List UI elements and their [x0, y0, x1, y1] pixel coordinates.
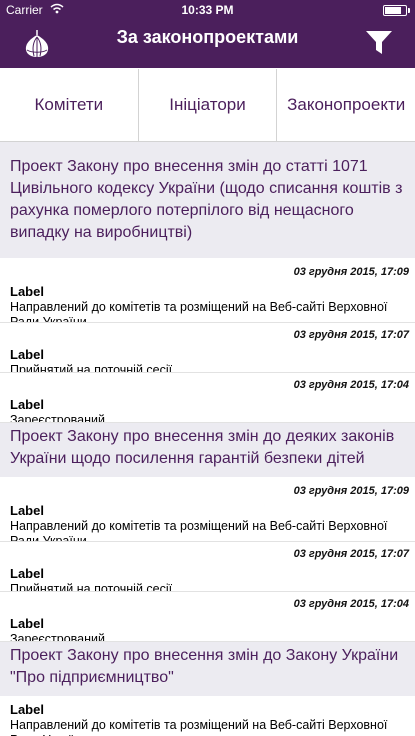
event-label: Label	[10, 284, 44, 299]
event-label: Label	[10, 566, 44, 581]
bill-title[interactable]: Проект Закону про внесення змін до статт…	[0, 142, 415, 258]
list-item[interactable]: Label Направлений до комітетів та розміщ…	[0, 696, 415, 736]
event-status: Прийнятий на поточній сесії	[10, 363, 173, 373]
battery-level	[385, 7, 402, 14]
event-label: Label	[10, 347, 44, 362]
list-item[interactable]: 03 грудня 2015, 17:07 Label Прийнятий на…	[0, 542, 415, 592]
page-title: За законопроектами	[116, 27, 299, 47]
list-item[interactable]: 03 грудня 2015, 17:07 Label Прийнятий на…	[0, 323, 415, 373]
event-label: Label	[10, 503, 44, 518]
bill-title[interactable]: Проект Закону про внесення змін до деяки…	[0, 423, 415, 477]
bill-list[interactable]: Проект Закону про внесення змін до статт…	[0, 142, 415, 736]
event-status: Направлений до комітетів та розміщений н…	[10, 718, 388, 736]
tab-bills[interactable]: Законопроекти	[277, 69, 415, 141]
segment-tabs: Комітети Ініціатори Законопроекти	[0, 69, 415, 142]
event-label: Label	[10, 702, 44, 717]
event-label: Label	[10, 616, 44, 631]
list-item[interactable]: 03 грудня 2015, 17:04 Label Зареєстрован…	[0, 373, 415, 423]
list-item[interactable]: 03 грудня 2015, 17:09 Label Направлений …	[0, 258, 415, 323]
event-date: 03 грудня 2015, 17:09	[293, 485, 409, 497]
onion-dome-icon[interactable]	[20, 28, 54, 60]
event-status: Прийнятий на поточній сесії	[10, 582, 173, 592]
event-status: Направлений до комітетів та розміщений н…	[10, 519, 388, 542]
tab-committees[interactable]: Комітети	[0, 69, 139, 141]
list-item[interactable]: 03 грудня 2015, 17:09 Label Направлений …	[0, 477, 415, 542]
tab-initiators[interactable]: Ініціатори	[139, 69, 278, 141]
event-status: Зареєстрований	[10, 413, 105, 423]
battery-nub	[408, 8, 410, 13]
event-date: 03 грудня 2015, 17:04	[293, 379, 409, 391]
filter-icon[interactable]	[365, 30, 393, 56]
event-label: Label	[10, 397, 44, 412]
status-bar: Carrier 10:33 PM	[0, 0, 415, 20]
battery-icon	[383, 5, 410, 16]
event-date: 03 грудня 2015, 17:07	[293, 329, 409, 341]
clock: 10:33 PM	[181, 3, 234, 17]
event-status: Зареєстрований	[10, 632, 105, 642]
navigation-bar: За законопроектами	[0, 20, 415, 68]
event-date: 03 грудня 2015, 17:04	[293, 598, 409, 610]
event-status: Направлений до комітетів та розміщений н…	[10, 300, 388, 323]
event-date: 03 грудня 2015, 17:09	[293, 266, 409, 278]
bill-title[interactable]: Проект Закону про внесення змін до Закон…	[0, 642, 415, 696]
event-date: 03 грудня 2015, 17:07	[293, 548, 409, 560]
list-item[interactable]: 03 грудня 2015, 17:04 Label Зареєстрован…	[0, 592, 415, 642]
